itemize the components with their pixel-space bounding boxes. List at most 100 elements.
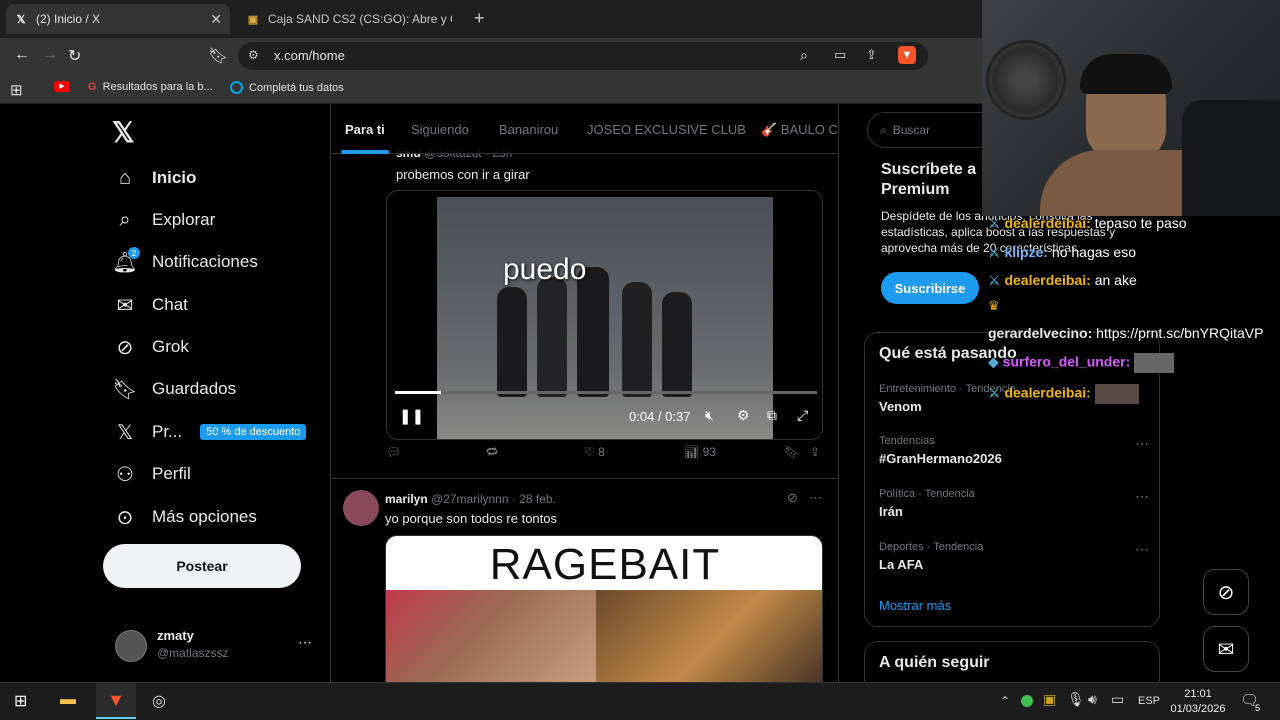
- more-dots-icon[interactable]: ⋯: [298, 634, 312, 651]
- more-dots-icon[interactable]: ⋯: [809, 490, 822, 506]
- avatar[interactable]: [343, 490, 379, 526]
- reply-icon[interactable]: 💬︎: [386, 445, 401, 459]
- video-player[interactable]: puedo ❚❚ 0:04 / 0:37 🔇︎ ⚙ ⧉ ⤢: [386, 190, 823, 440]
- bookmark-icon[interactable]: 🔖︎: [784, 445, 799, 459]
- chevron-up-icon[interactable]: ⌃: [1000, 694, 1010, 708]
- trend-item[interactable]: Política · Tendencia Irán ⋯: [879, 488, 1149, 519]
- chat-emotes: ♛: [988, 298, 1000, 314]
- bookmark-google[interactable]: G Resultados para la b...: [88, 81, 213, 93]
- settings-icon[interactable]: ⚙: [737, 407, 750, 424]
- pip-icon[interactable]: ⧉: [767, 407, 777, 424]
- box-icon: ▣: [247, 13, 259, 26]
- tab-joseo[interactable]: JOSEO EXCLUSIVE CLUB: [587, 122, 746, 137]
- grok-icon: ⊘: [1217, 581, 1235, 604]
- tab-bananirou[interactable]: Bananirou: [499, 122, 558, 137]
- forward-icon[interactable]: →: [42, 46, 58, 64]
- x-logo-icon[interactable]: 𝕏: [112, 116, 135, 149]
- bell-icon: 🔔︎ 2: [112, 247, 140, 275]
- bookmark-label: Completá tus datos: [249, 81, 344, 94]
- pause-icon[interactable]: ❚❚: [399, 407, 424, 425]
- bookmark-label: Resultados para la b...: [102, 81, 213, 93]
- reload-icon[interactable]: ↻: [68, 46, 81, 66]
- tab-para-ti[interactable]: Para ti: [345, 122, 385, 137]
- more-dots-icon[interactable]: ⋯: [1135, 488, 1149, 505]
- file-explorer-icon[interactable]: ▬: [60, 691, 76, 709]
- like-button[interactable]: ♡ 8: [584, 445, 605, 459]
- tab-siguiendo[interactable]: Siguiendo: [411, 122, 469, 137]
- badge-icon: ◆: [988, 353, 999, 370]
- mic-icon[interactable]: 🎙︎: [1067, 691, 1085, 708]
- sidebar-item-explorar[interactable]: ⌕ Explorar: [112, 202, 215, 238]
- sidebar-item-label: Inicio: [152, 168, 197, 187]
- timeline-tabs: Para ti Siguiendo Bananirou JOSEO EXCLUS…: [331, 104, 838, 154]
- chat-message: ⚔ dealerdeibai:: [988, 384, 1139, 404]
- sidebar-item-notificaciones[interactable]: 🔔︎ 2 Notificaciones: [112, 244, 258, 280]
- sidebar-item-perfil[interactable]: ⚇ Perfil: [112, 456, 191, 492]
- trend-item[interactable]: Tendencias #GranHermano2026 ⋯: [879, 435, 1149, 466]
- fullscreen-icon[interactable]: ⤢: [797, 407, 808, 424]
- sidebar-item-label: Notificaciones: [152, 252, 258, 271]
- apps-grid-icon[interactable]: ⊞: [10, 81, 23, 99]
- video-progress-track[interactable]: [395, 391, 817, 394]
- zoom-icon[interactable]: ⌕: [800, 47, 808, 64]
- subscribe-button[interactable]: Suscribirse: [881, 272, 979, 304]
- status-icon[interactable]: [1021, 695, 1033, 707]
- obs-icon[interactable]: ◎: [152, 691, 166, 711]
- network-icon[interactable]: ▭: [1111, 691, 1124, 708]
- sidebar-item-grok[interactable]: ⊘ Grok: [112, 329, 189, 365]
- sword-icon: ⚔: [988, 272, 1001, 288]
- brave-taskbar-icon[interactable]: ▼: [96, 683, 136, 719]
- tweet-header: marilyn @27marilynnn · 28 feb.: [385, 492, 556, 506]
- tweet-image[interactable]: RAGEBAIT: [385, 535, 823, 682]
- sidebar-item-premium[interactable]: 𝕏 Pr... 50 % de descuento: [112, 414, 307, 450]
- cast-icon[interactable]: ▭: [834, 47, 846, 63]
- grok-icon[interactable]: ⊘: [787, 490, 798, 506]
- clock-time: 21:01: [1184, 688, 1212, 700]
- youtube-icon: ▶: [54, 81, 70, 92]
- profile-name: zmaty: [157, 628, 194, 643]
- language-indicator[interactable]: ESP: [1138, 695, 1160, 707]
- circle-icon: [230, 81, 243, 94]
- sidebar-item-mas-opciones[interactable]: ⊙ Más opciones: [112, 499, 257, 535]
- grok-fab-button[interactable]: ⊘: [1203, 569, 1249, 615]
- image-person-right: [596, 590, 822, 682]
- brave-shield-icon[interactable]: ▼: [898, 46, 916, 64]
- repost-icon[interactable]: 🔁︎: [486, 444, 498, 461]
- bookmark-page-icon[interactable]: 🔖︎: [208, 46, 228, 66]
- tweet-text: probemos con ir a girar: [396, 167, 530, 182]
- avatar: [115, 630, 147, 662]
- show-more-link[interactable]: Mostrar más: [879, 598, 951, 613]
- sidebar-item-chat[interactable]: ✉ Chat: [112, 287, 188, 323]
- account-switcher[interactable]: zmaty @matlaszssz ⋯: [115, 626, 315, 666]
- windows-start-icon[interactable]: ⊞: [14, 691, 27, 711]
- volume-icon[interactable]: 🔊︎: [1088, 691, 1097, 708]
- site-info-icon[interactable]: ⚙: [248, 48, 259, 62]
- tab-x-home[interactable]: 𝕏 (2) Inicio / X ✕: [6, 4, 230, 34]
- image-caption: RAGEBAIT: [489, 540, 721, 589]
- search-placeholder: Buscar: [892, 123, 931, 137]
- tab-cs2-case[interactable]: ▣ Caja SAND CS2 (CS:GO): Abre y Gana: [238, 4, 462, 34]
- url-field[interactable]: ⚙ x.com/home ⌕ ▭ ⇪ ▼: [238, 42, 928, 70]
- views-button[interactable]: 📊︎ 93: [684, 445, 716, 459]
- tray-app-icon[interactable]: ▣: [1043, 691, 1056, 708]
- post-button[interactable]: Postear: [103, 544, 301, 588]
- mute-icon[interactable]: 🔇︎: [705, 407, 714, 424]
- back-icon[interactable]: ←: [14, 46, 30, 64]
- bookmark-completa[interactable]: Completá tus datos: [230, 81, 344, 94]
- bookmark-icon: 🔖︎: [112, 378, 138, 401]
- clock[interactable]: 21:01 01/03/2026: [1166, 687, 1230, 717]
- chat-user: surfero_del_under:: [1002, 353, 1131, 370]
- more-dots-icon[interactable]: ⋯: [1135, 435, 1149, 452]
- share-icon[interactable]: ⇪: [810, 445, 820, 459]
- tab-baulo[interactable]: 🎸 BAULO CL: [761, 122, 838, 138]
- close-icon[interactable]: ✕: [210, 11, 222, 28]
- new-tab-icon[interactable]: +: [474, 8, 485, 29]
- chat-message: gerardelvecino: https://prnt.sc/bnYRQita…: [988, 325, 1263, 341]
- bookmark-youtube[interactable]: ▶: [54, 81, 70, 92]
- sidebar-item-guardados[interactable]: 🔖︎ Guardados: [112, 371, 236, 407]
- trend-item[interactable]: Deportes · Tendencia La AFA ⋯: [879, 541, 1149, 572]
- share-icon[interactable]: ⇪: [866, 47, 877, 63]
- sidebar-item-inicio[interactable]: ⌂ Inicio: [112, 160, 196, 196]
- more-dots-icon[interactable]: ⋯: [1135, 541, 1149, 558]
- messages-fab-button[interactable]: ✉: [1203, 626, 1249, 672]
